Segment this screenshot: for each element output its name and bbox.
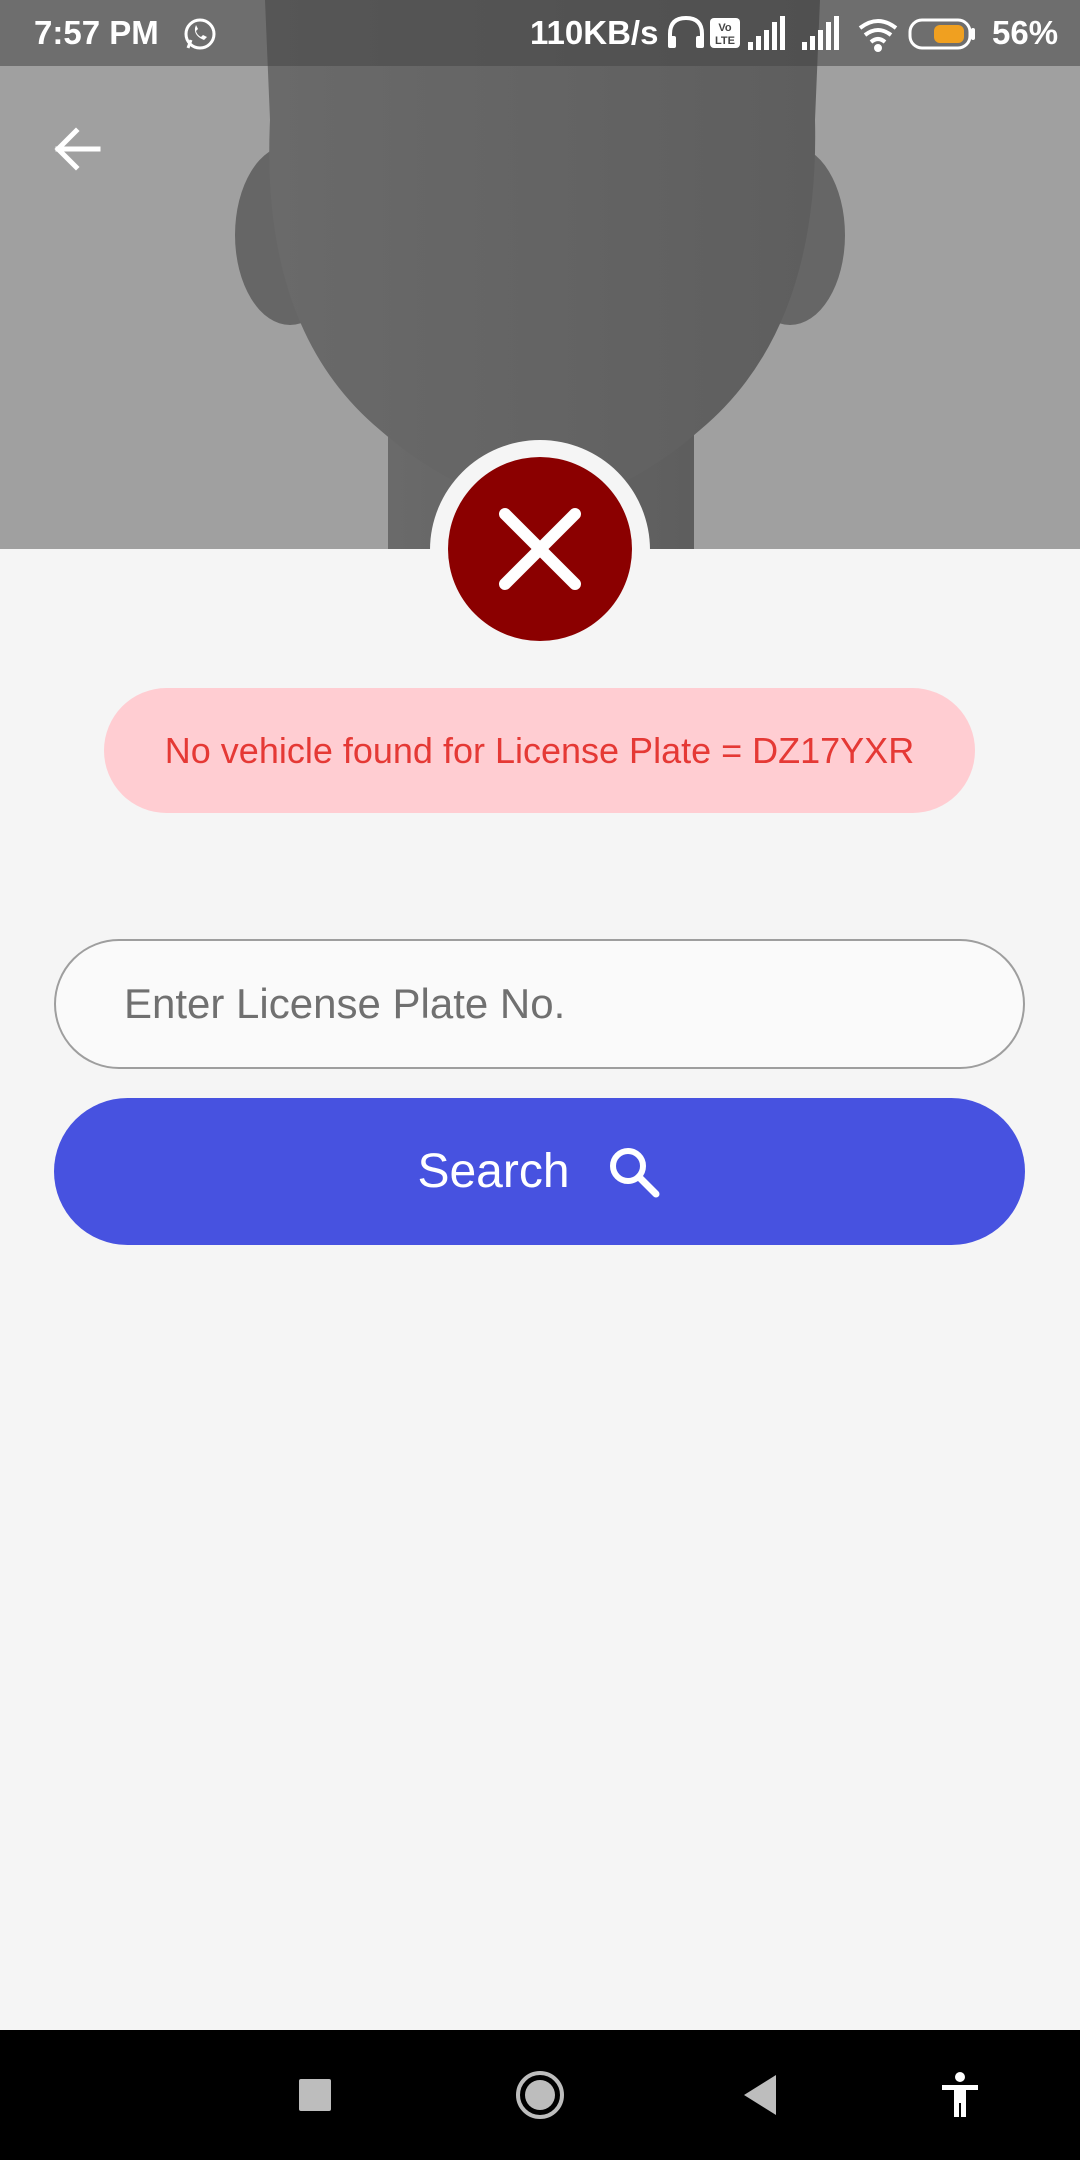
signal-icon	[748, 16, 785, 50]
svg-text:LTE: LTE	[715, 35, 735, 47]
headset-icon	[668, 15, 704, 48]
home-button[interactable]	[510, 2065, 570, 2125]
battery-icon	[908, 18, 975, 50]
home-icon	[516, 2071, 564, 2119]
battery-percent: 56%	[992, 14, 1059, 51]
license-plate-input[interactable]	[54, 939, 1025, 1069]
whatsapp-icon	[184, 18, 216, 50]
back-button[interactable]	[40, 112, 114, 186]
signal-icon	[802, 16, 839, 50]
accessibility-icon	[942, 2072, 978, 2117]
search-icon	[609, 1147, 660, 1197]
status-time: 7:57 PM	[34, 14, 159, 51]
accessibility-button[interactable]	[930, 2065, 990, 2125]
recents-icon	[299, 2079, 331, 2111]
volte-icon: Vo LTE	[710, 18, 740, 48]
svg-text:Vo: Vo	[718, 22, 732, 34]
status-bar: 7:57 PM 110KB/s Vo LTE 56%	[0, 0, 1080, 66]
back-nav-button[interactable]	[730, 2065, 790, 2125]
system-navigation-bar	[0, 2030, 1080, 2160]
recents-button[interactable]	[285, 2065, 345, 2125]
back-icon	[744, 2075, 776, 2115]
wifi-icon	[858, 19, 898, 52]
network-speed: 110KB/s	[530, 14, 659, 51]
error-message-banner: No vehicle found for License Plate = DZ1…	[104, 688, 975, 813]
status-icons: Vo LTE	[668, 15, 975, 52]
search-button[interactable]: Search	[54, 1098, 1025, 1245]
error-status-badge	[448, 457, 632, 641]
close-icon	[499, 508, 581, 590]
arrow-left-icon	[54, 127, 101, 171]
search-button-label: Search	[417, 1145, 570, 1198]
error-message-text: No vehicle found for License Plate = DZ1…	[164, 729, 915, 771]
